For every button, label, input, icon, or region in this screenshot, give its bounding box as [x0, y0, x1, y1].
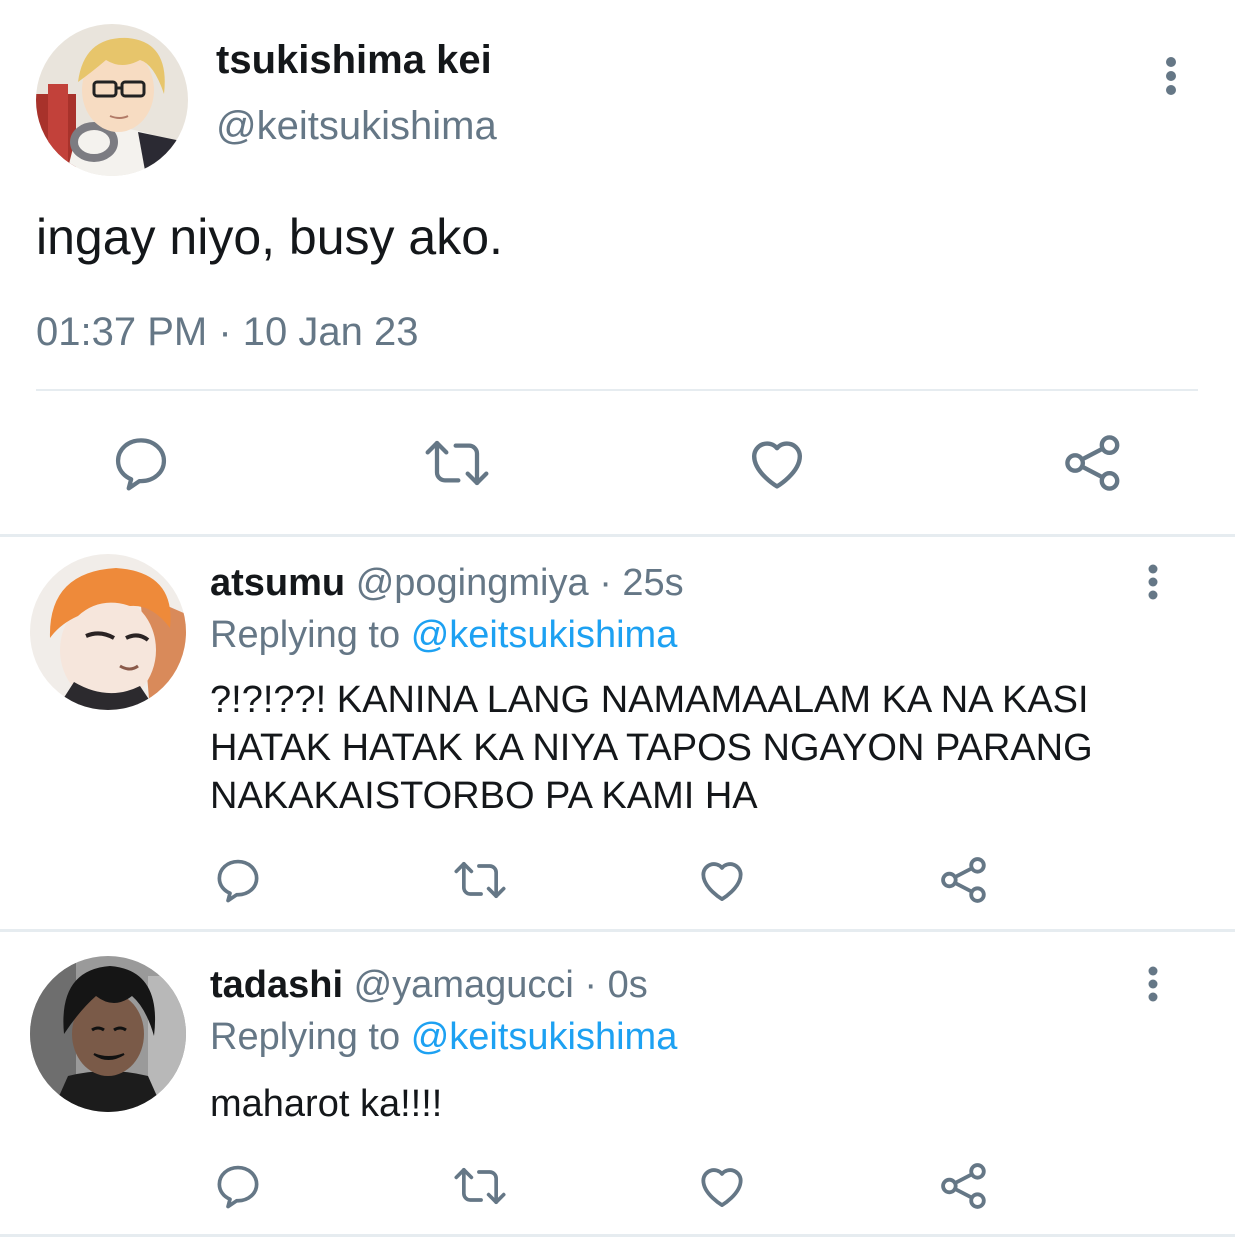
reply-button[interactable] [210, 852, 266, 908]
avatar-atsumu[interactable] [30, 554, 186, 710]
like-icon [751, 441, 803, 489]
reply-button[interactable] [210, 1158, 266, 1214]
more-options-icon[interactable] [1142, 966, 1164, 1002]
replying-to: Replying to @keitsukishima [210, 614, 677, 657]
like-button[interactable] [742, 428, 812, 498]
retweet-icon [425, 440, 489, 486]
replying-to-label: Replying to [210, 1016, 401, 1058]
reply-text: maharot ka!!!! [210, 1083, 443, 1125]
reply-button[interactable] [106, 428, 176, 498]
author-handle[interactable]: @keitsukishima [216, 104, 497, 149]
avatar-tadashi[interactable] [30, 956, 186, 1112]
replying-to-link[interactable]: @keitsukishima [411, 1016, 678, 1058]
reply-author-handle[interactable]: @yamagucci [354, 964, 574, 1006]
retweet-button[interactable] [452, 1158, 508, 1214]
share-button[interactable] [936, 1158, 992, 1214]
reply-icon [115, 438, 167, 491]
like-icon [701, 1168, 743, 1208]
replying-to-label: Replying to [210, 614, 401, 656]
reply-header: atsumu @pogingmiya · 25s [210, 562, 684, 605]
tweet-date: 10 Jan 23 [242, 310, 419, 354]
reply-icon [217, 859, 259, 903]
replying-to: Replying to @keitsukishima [210, 1016, 677, 1059]
like-icon [701, 862, 743, 902]
reply-author-name[interactable]: tadashi [210, 964, 343, 1006]
avatar-tadashi-image [30, 956, 186, 1112]
more-options-icon[interactable] [1142, 564, 1164, 600]
share-icon [1065, 435, 1120, 491]
reply-text: ?!?!??! KANINA LANG NAMAMAALAM KA NA KAS… [210, 679, 1093, 817]
reply-time: · 0s [584, 964, 648, 1006]
tweet-time: 01:37 PM [36, 310, 208, 354]
reply-header: tadashi @yamagucci · 0s [210, 964, 648, 1007]
retweet-icon [454, 862, 506, 898]
reply-author-handle[interactable]: @pogingmiya [356, 562, 589, 604]
replying-to-link[interactable]: @keitsukishima [411, 614, 678, 656]
retweet-button[interactable] [452, 852, 508, 908]
share-button[interactable] [936, 852, 992, 908]
avatar-atsumu-image [30, 554, 186, 710]
more-options-icon[interactable] [1158, 56, 1184, 96]
tweet-text: ingay niyo, busy ako. [36, 209, 503, 265]
like-button[interactable] [694, 1158, 750, 1214]
avatar-tsukishima-image [36, 24, 188, 176]
thread-separator [0, 929, 1235, 932]
tweet-timestamp: 01:37 PM · 10 Jan 23 [36, 310, 419, 355]
avatar-tsukishima[interactable] [36, 24, 188, 176]
like-button[interactable] [694, 852, 750, 908]
thread-separator [0, 534, 1235, 537]
share-icon [941, 1163, 986, 1209]
reply-icon [217, 1165, 259, 1209]
reply-time: · 25s [599, 562, 684, 604]
reply-author-name[interactable]: atsumu [210, 562, 345, 604]
retweet-icon [454, 1168, 506, 1204]
share-icon [941, 857, 986, 903]
thread-separator [0, 1234, 1235, 1237]
share-button[interactable] [1058, 428, 1128, 498]
author-name[interactable]: tsukishima kei [216, 38, 492, 83]
meta-separator: · [218, 310, 232, 354]
divider [36, 389, 1198, 391]
retweet-button[interactable] [422, 428, 492, 498]
